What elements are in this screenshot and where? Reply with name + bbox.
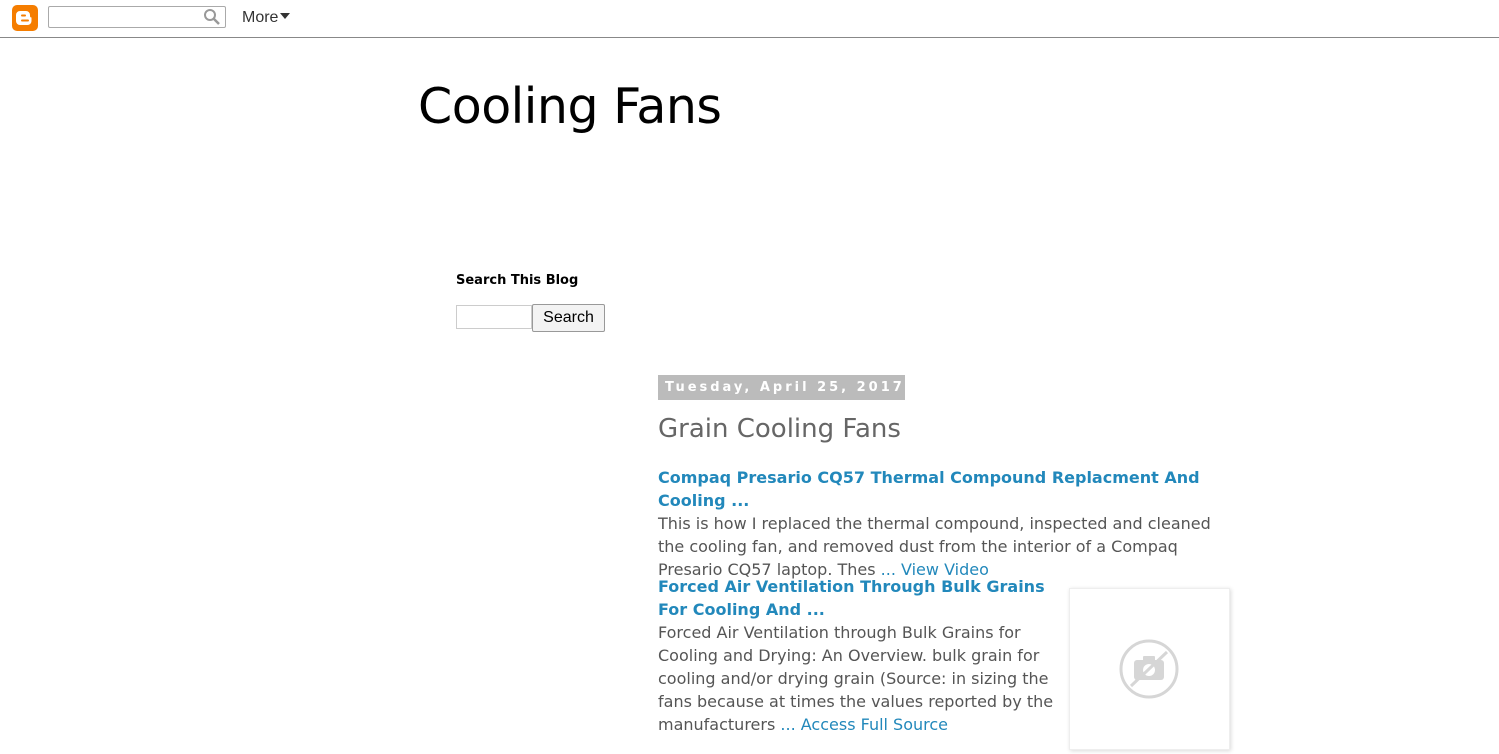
- chevron-down-icon: [280, 13, 291, 20]
- navbar-search-box[interactable]: [48, 6, 226, 28]
- blogger-logo-icon[interactable]: [12, 5, 38, 31]
- more-menu-button[interactable]: More: [242, 9, 291, 27]
- blog-search-input[interactable]: [456, 305, 532, 329]
- entry-title-link[interactable]: Compaq Presario CQ57 Thermal Compound Re…: [658, 468, 1200, 510]
- post-title[interactable]: Grain Cooling Fans: [658, 414, 901, 444]
- search-icon[interactable]: [203, 8, 221, 30]
- search-widget-title: Search This Blog: [456, 273, 579, 288]
- more-label: More: [242, 9, 279, 26]
- post-entry: Forced Air Ventilation Through Bulk Grai…: [658, 575, 1063, 736]
- navbar-search-input[interactable]: [51, 8, 199, 26]
- blog-title[interactable]: Cooling Fans: [418, 78, 722, 135]
- no-image-camera-icon: [1119, 639, 1179, 699]
- entry-title-link[interactable]: Forced Air Ventilation Through Bulk Grai…: [658, 577, 1045, 619]
- blog-search-button[interactable]: Search: [532, 304, 605, 332]
- access-full-source-link[interactable]: ... Access Full Source: [780, 715, 948, 734]
- post-entry: Compaq Presario CQ57 Thermal Compound Re…: [658, 466, 1228, 581]
- entry-thumbnail[interactable]: [1069, 588, 1230, 750]
- post-date-header: Tuesday, April 25, 2017: [658, 375, 905, 400]
- blogger-navbar: More: [0, 0, 1499, 38]
